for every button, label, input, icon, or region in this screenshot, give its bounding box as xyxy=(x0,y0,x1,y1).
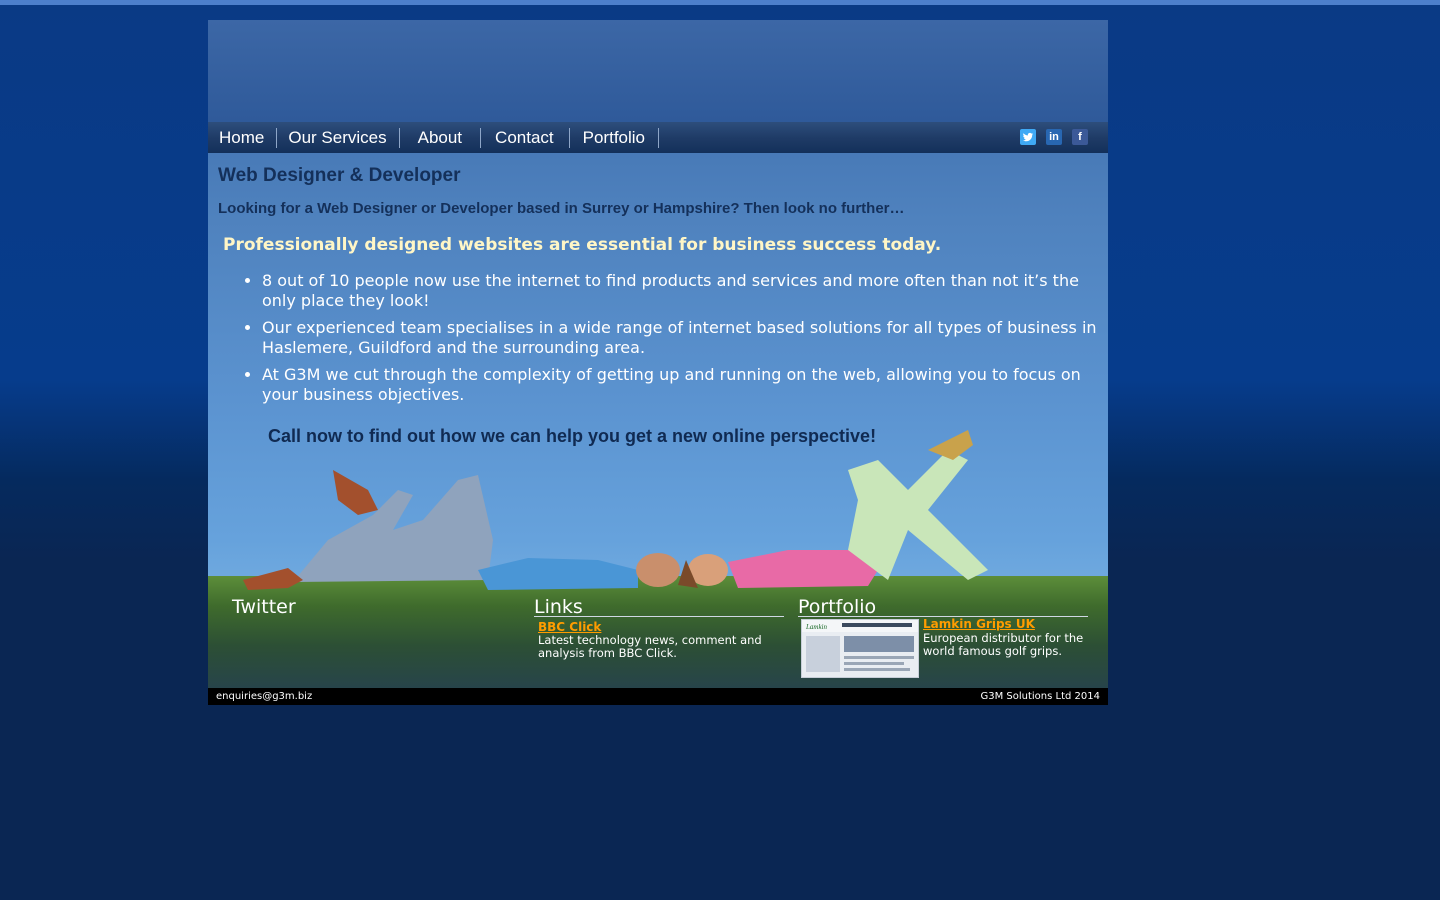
list-item: Our experienced team specialises in a wi… xyxy=(262,318,1108,358)
bbc-click-link[interactable]: BBC Click xyxy=(538,620,601,634)
nav-our-services[interactable]: Our Services xyxy=(277,127,400,148)
thumb-text-line xyxy=(844,668,910,671)
page-heading: Web Designer & Developer xyxy=(218,165,461,186)
thumb-sidebar xyxy=(806,636,840,672)
top-accent-line xyxy=(0,0,1440,5)
header-banner xyxy=(208,20,1108,122)
thumbnail-screenshot: Lamkin xyxy=(802,620,918,672)
page-container: Home Our Services About Contact Portfoli… xyxy=(208,20,1108,705)
thumb-logo-text: Lamkin xyxy=(805,623,828,631)
intro-text: Looking for a Web Designer or Developer … xyxy=(218,200,905,217)
twitter-icon[interactable] xyxy=(1020,129,1036,145)
thumb-nav xyxy=(842,623,912,627)
thumb-banner xyxy=(844,636,914,652)
thumb-text-line xyxy=(844,656,914,659)
main-nav: Home Our Services About Contact Portfoli… xyxy=(208,122,660,153)
nav-about[interactable]: About xyxy=(400,127,482,148)
list-item: At G3M we cut through the complexity of … xyxy=(262,365,1108,405)
nav-bar: Home Our Services About Contact Portfoli… xyxy=(208,122,1108,153)
twitter-section-title: Twitter xyxy=(232,596,296,618)
twitter-bird-glyph xyxy=(1023,132,1033,142)
tagline: Professionally designed websites are ess… xyxy=(223,235,942,255)
lamkin-grips-link[interactable]: Lamkin Grips UK xyxy=(923,617,1035,631)
linkedin-icon[interactable]: in xyxy=(1046,129,1062,145)
list-item: 8 out of 10 people now use the internet … xyxy=(262,271,1108,311)
woman-shoe xyxy=(928,430,973,460)
people-on-grass-image xyxy=(243,430,988,590)
nav-contact[interactable]: Contact xyxy=(481,127,570,148)
facebook-icon[interactable]: f xyxy=(1072,129,1088,145)
man-head xyxy=(636,553,680,587)
woman-trousers xyxy=(848,450,988,580)
social-links: in f xyxy=(1020,129,1088,145)
nav-portfolio[interactable]: Portfolio xyxy=(570,127,660,148)
woman-top xyxy=(728,550,878,588)
man-shoe-raised xyxy=(333,470,378,515)
thumb-text-line xyxy=(844,662,904,665)
man-shirt xyxy=(478,558,638,590)
man-jeans xyxy=(293,475,493,582)
links-divider xyxy=(534,616,784,617)
footer-copyright: G3M Solutions Ltd 2014 xyxy=(980,691,1100,702)
footer-email[interactable]: enquiries@g3m.biz xyxy=(216,688,312,705)
man-shoe-ground xyxy=(243,568,303,590)
portfolio-section-title: Portfolio xyxy=(798,596,877,618)
links-section-title: Links xyxy=(534,596,583,618)
benefits-list: 8 out of 10 people now use the internet … xyxy=(242,271,1108,412)
lamkin-thumbnail[interactable]: Lamkin xyxy=(801,619,919,678)
footer-bar: enquiries@g3m.biz G3M Solutions Ltd 2014 xyxy=(208,688,1108,705)
lamkin-description-2: world famous golf grips. xyxy=(923,644,1062,658)
nav-home[interactable]: Home xyxy=(208,127,278,148)
bbc-click-description-2: analysis from BBC Click. xyxy=(538,646,677,660)
